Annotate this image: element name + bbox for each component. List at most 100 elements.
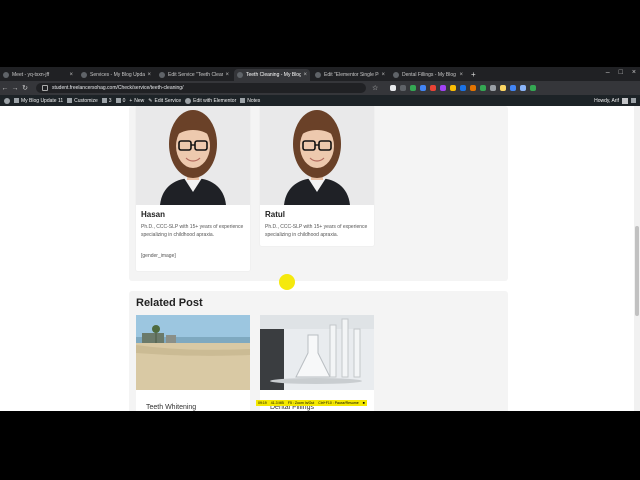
related-post-heading: Related Post [136,297,203,309]
tab-close-icon[interactable]: × [225,72,229,78]
pause-hint: Ctrl+F10 : Pause/Resume [318,401,359,405]
notes-icon [240,98,246,103]
profile-photo [260,106,374,205]
tab-label: Edit "Elementor Single Post #1" [324,72,379,78]
beach-image [136,315,250,390]
tab-favicon-icon [3,72,9,78]
glassware-illustration [260,315,374,390]
updates-link[interactable]: 3 [101,97,112,104]
extension-icon[interactable] [440,85,447,91]
tab-label: Meet - yq-tsxn-jff [12,72,50,78]
tab-favicon-icon [315,72,321,78]
team-card-ratul[interactable]: Ratul Ph.D., CCC-SLP with 15+ years of e… [260,106,374,246]
extension-icon[interactable] [460,85,467,91]
maximize-icon[interactable]: □ [619,69,623,76]
team-section: Hasan Ph.D., CCC-SLP with 15+ years of e… [129,106,508,281]
tab-1[interactable]: Services - My Blog Update 11× [78,69,154,81]
tab-2[interactable]: Edit Service "Teeth Cleaning"× [156,69,232,81]
extensions-toolbar [390,85,537,91]
person-description: Ph.D., CCC-SLP with 15+ years of experie… [265,224,368,238]
tab-0[interactable]: Meet - yq-tsxn-jff × [0,69,76,81]
back-icon[interactable]: ← [0,85,10,92]
page-content: Hasan Ph.D., CCC-SLP with 15+ years of e… [0,106,640,411]
stop-icon[interactable]: ■ [363,401,365,405]
scrollbar-thumb[interactable] [635,226,639,316]
forward-icon[interactable]: → [10,85,20,92]
customize-link[interactable]: Customize [67,98,98,104]
tab-strip: Meet - yq-tsxn-jff × Services - My Blog U… [0,67,640,81]
plus-icon: + [129,97,133,104]
related-post-card-teeth-whitening[interactable]: Teeth Whitening [136,315,250,411]
window-controls: – □ × [606,69,636,76]
new-tab-button[interactable]: + [471,69,476,81]
minimize-icon[interactable]: – [606,69,610,76]
recording-size: 41.3 MB [270,401,284,405]
tab-4[interactable]: Edit "Elementor Single Post #1"× [312,69,388,81]
extension-icon[interactable] [420,85,427,91]
extension-icon[interactable] [490,85,497,91]
notes-link[interactable]: Notes [240,98,260,104]
person-description: Ph.D., CCC-SLP with 15+ years of experie… [141,224,244,238]
comments-link[interactable]: 0 [115,98,125,104]
refresh-icon [101,98,107,103]
extension-icon[interactable] [410,85,417,91]
avatar[interactable] [622,97,628,104]
extension-icon[interactable] [500,85,507,91]
extension-icon[interactable] [450,85,457,91]
tab-3[interactable]: Teeth Cleaning - My Blog Upd× [234,69,310,81]
tab-label: Services - My Blog Update 11 [90,72,146,78]
related-post-title[interactable]: Teeth Whitening [146,404,196,411]
extension-icon[interactable] [470,85,477,91]
woman-portrait-image [136,106,250,205]
site-name-link[interactable]: My Blog Update 11 [14,98,63,104]
wp-logo-icon[interactable] [4,97,10,104]
tab-close-icon[interactable]: × [381,72,385,78]
beach-illustration [136,315,250,390]
browser-window: Meet - yq-tsxn-jff × Services - My Blog U… [0,67,640,411]
bookmark-star-icon[interactable]: ☆ [372,84,378,92]
updates-count: 3 [108,97,112,104]
reload-icon[interactable]: ↻ [20,84,30,92]
team-card-hasan[interactable]: Hasan Ph.D., CCC-SLP with 15+ years of e… [136,106,250,271]
home-icon [14,98,19,103]
woman-portrait-image [260,106,374,205]
search-icon[interactable] [631,98,636,103]
related-post-card-dental-fillings[interactable]: Dental Fillings [260,315,374,411]
tab-close-icon[interactable]: × [459,72,463,78]
new-label: New [134,97,145,104]
extension-icon[interactable] [530,85,537,91]
recording-time: 09:19 [258,401,267,405]
page-scrollbar[interactable] [634,106,640,411]
extension-icon[interactable] [400,85,407,91]
comment-icon [115,98,121,103]
extension-icon[interactable] [510,85,517,91]
tab-label: Dental Fillings - My Blog Upd [402,72,457,78]
extension-icon[interactable] [390,85,397,91]
tab-favicon-icon [159,72,165,78]
tab-5[interactable]: Dental Fillings - My Blog Upd× [390,69,466,81]
related-posts-section: Related Post Teeth Whitening Dental Fill… [129,291,508,411]
address-bar[interactable]: student.freelancersohag.com/Check/servic… [36,83,366,93]
edit-service-link[interactable]: ✎ Edit Service [148,98,181,104]
url-text: student.freelancersohag.com/Check/servic… [52,85,184,91]
tab-favicon-icon [237,72,243,78]
recorder-status-bar: 09:19 41.3 MB F5 : Zoom In/Out Ctrl+F10 … [256,400,367,406]
site-info-icon[interactable] [42,85,48,91]
howdy-text[interactable]: Howdy, Arif [594,98,619,104]
tab-close-icon[interactable]: × [147,72,151,78]
gender-image-shortcode: [gender_image] [141,253,176,259]
tab-close-icon[interactable]: × [69,72,73,78]
tab-close-icon[interactable]: × [303,72,307,78]
zoom-hint: F5 : Zoom In/Out [287,401,315,405]
pencil-icon: ✎ [148,97,153,104]
extension-icon[interactable] [520,85,527,91]
close-window-icon[interactable]: × [632,69,636,76]
person-name: Ratul [265,210,285,219]
extension-icon[interactable] [430,85,437,91]
new-link[interactable]: + New [129,98,144,104]
extension-icon[interactable] [480,85,487,91]
edit-elementor-link[interactable]: Edit with Elementor [185,97,236,104]
site-name: My Blog Update 11 [21,97,64,104]
person-name: Hasan [141,210,166,219]
notes-label: Notes [247,97,261,104]
